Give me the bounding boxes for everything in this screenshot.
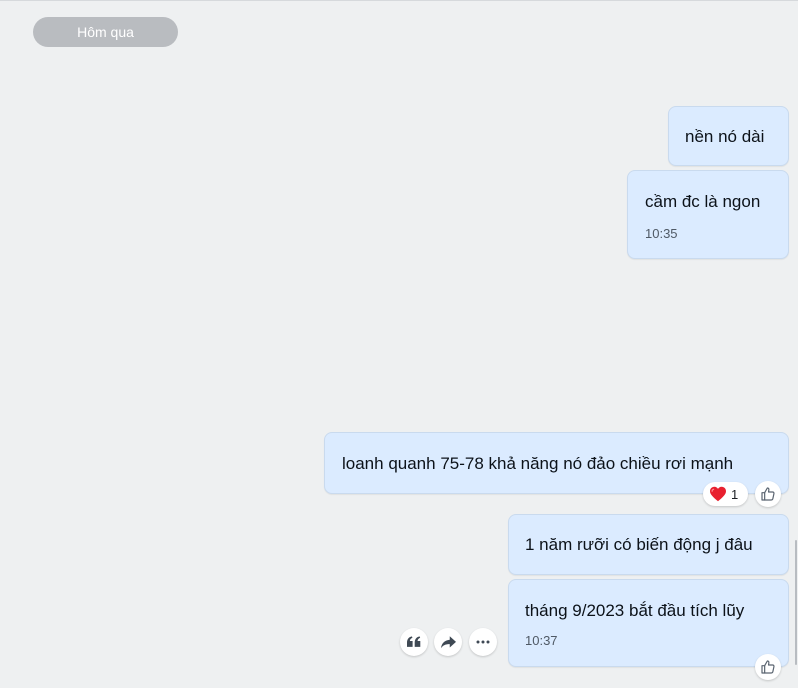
heart-icon [709, 486, 727, 502]
more-button[interactable] [469, 628, 497, 656]
thumbs-up-icon [760, 659, 776, 675]
forward-button[interactable] [434, 628, 462, 656]
forward-icon [440, 635, 456, 649]
message-bubble[interactable]: cầm đc là ngon 10:35 [627, 170, 789, 259]
message-text: cầm đc là ngon [645, 192, 761, 211]
top-divider [0, 0, 798, 1]
message-bubble[interactable]: 1 năm rưỡi có biến động j đâu [508, 514, 789, 575]
message-text: loanh quanh 75-78 khả năng nó đảo chiều … [342, 454, 734, 473]
reaction-badge[interactable]: 1 [703, 482, 748, 506]
message-text: nền nó dài [685, 127, 765, 146]
message-bubble[interactable]: tháng 9/2023 bắt đầu tích lũy 10:37 [508, 579, 789, 667]
more-icon [476, 640, 490, 644]
like-button[interactable] [755, 654, 781, 680]
date-separator: Hôm qua [33, 17, 178, 47]
message-text: 1 năm rưỡi có biến động j đâu [525, 535, 753, 554]
reaction-count: 1 [731, 486, 739, 502]
thumbs-up-icon [760, 486, 776, 502]
message-time: 10:37 [525, 633, 558, 648]
scrollbar[interactable] [795, 540, 797, 665]
message-time: 10:35 [645, 226, 678, 241]
quote-button[interactable] [400, 628, 428, 656]
quote-icon [407, 636, 421, 648]
message-text: tháng 9/2023 bắt đầu tích lũy [525, 601, 745, 620]
like-button[interactable] [755, 481, 781, 507]
message-bubble[interactable]: nền nó dài [668, 106, 789, 166]
